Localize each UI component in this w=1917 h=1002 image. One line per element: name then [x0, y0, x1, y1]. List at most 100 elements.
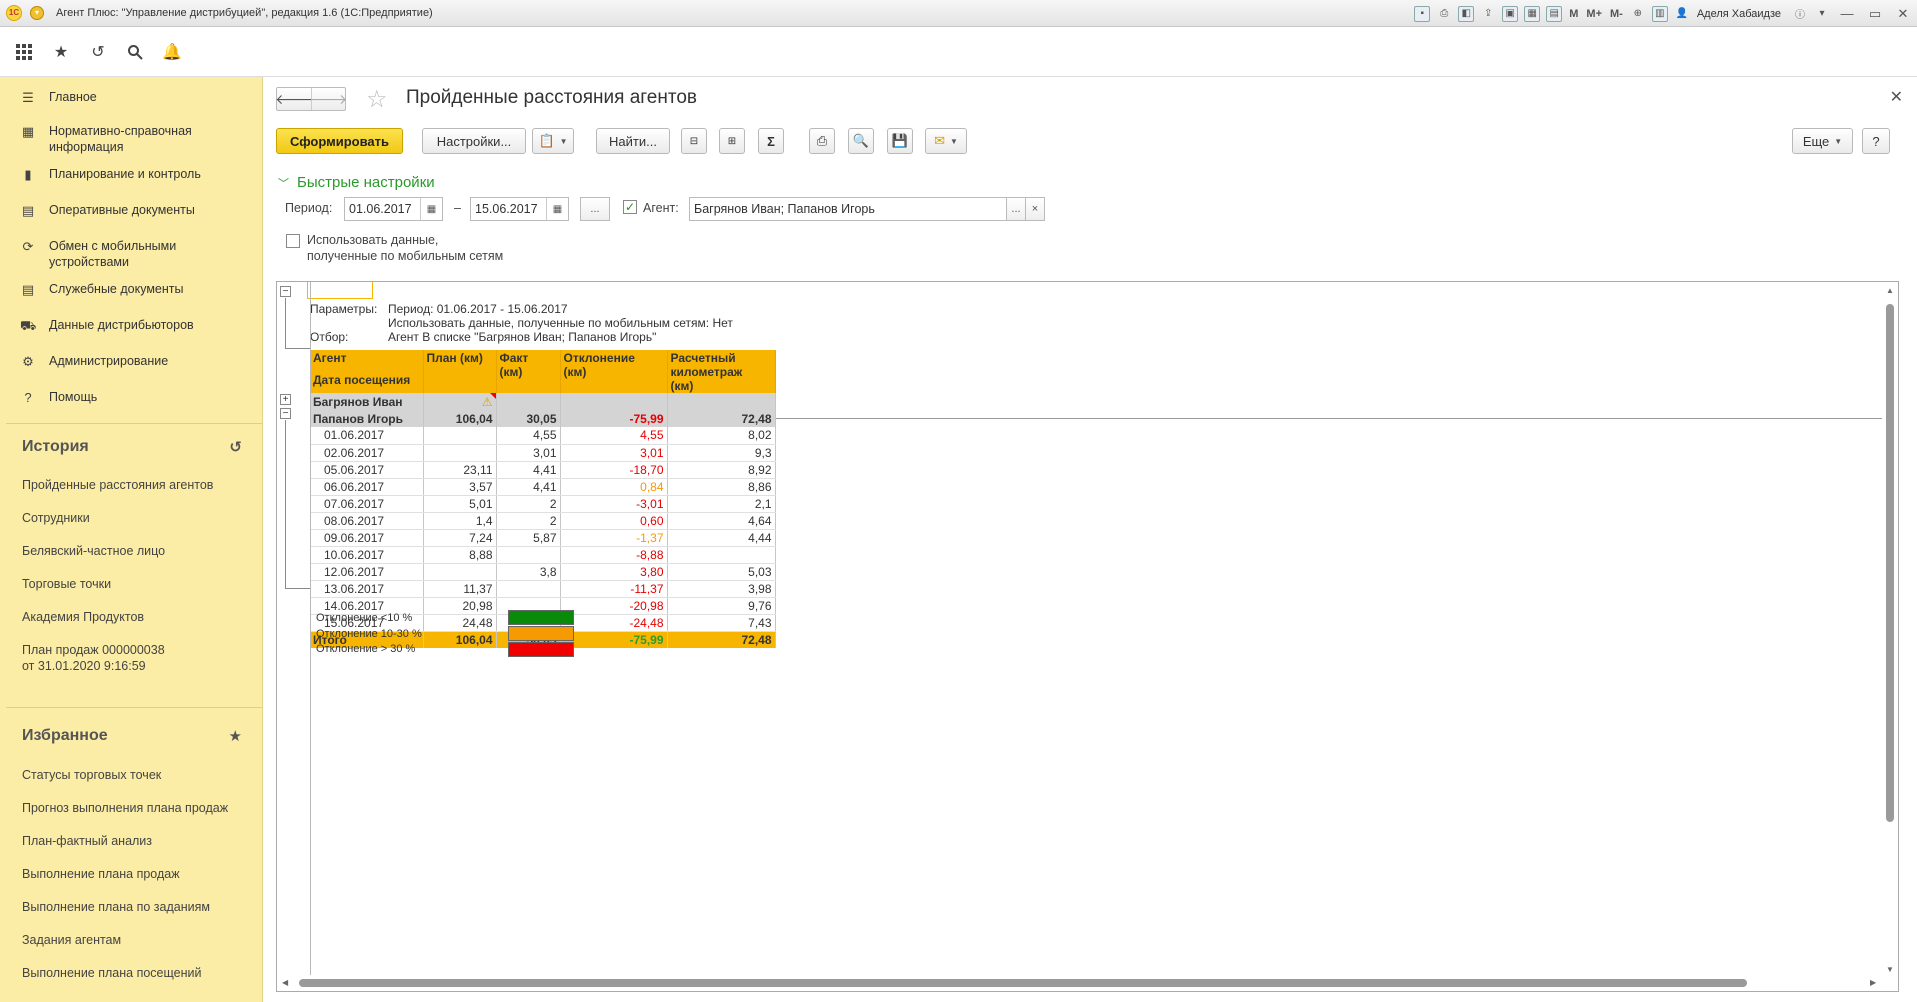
group-row[interactable]: Папанов Игорь 106,04 30,05 -75,99 72,48	[310, 410, 776, 427]
table-row[interactable]: 09.06.2017 7,24 5,87 -1,37 4,44	[310, 529, 776, 547]
table-row[interactable]: 06.06.2017 3,57 4,41 0,84 8,86	[310, 478, 776, 496]
favorite-item[interactable]: Прогноз выполнения плана продаж	[0, 800, 262, 816]
preview-icon[interactable]: ◧	[1458, 5, 1475, 22]
table-row[interactable]: 07.06.2017 5,01 2 -3,01 2,1	[310, 495, 776, 513]
forward-arrow-icon[interactable]: 🡒	[310, 88, 347, 110]
agent-filter-checkbox[interactable]: ✓	[623, 200, 637, 214]
scroll-left-icon[interactable]: ◀	[282, 978, 288, 987]
favorite-item[interactable]: Статусы торговых точек	[0, 767, 262, 783]
history-item[interactable]: Пройденные расстояния агентов	[0, 477, 262, 493]
table-row[interactable]: 05.06.2017 23,11 4,41 -18,70 8,92	[310, 461, 776, 479]
print-icon[interactable]: ⎙	[1436, 6, 1452, 22]
table-row[interactable]: 10.06.2017 8,88 -8,88	[310, 546, 776, 564]
group-row[interactable]: Багрянов Иван ⚠	[310, 393, 776, 410]
memory-button[interactable]: M	[1569, 8, 1578, 20]
collapse-group-icon[interactable]: −	[280, 408, 291, 419]
close-window-button[interactable]: ✕	[1889, 0, 1917, 27]
sidebar-item-mobile-exchange[interactable]: ⟳ Обмен с мобильными устройствами	[0, 238, 262, 270]
scroll-right-icon[interactable]: ▶	[1870, 978, 1876, 987]
more-button[interactable]: Еще ▼	[1792, 128, 1853, 154]
collapse-groups-button[interactable]: ⊟	[681, 128, 707, 154]
history-item[interactable]: План продаж 000000038 от 31.01.2020 9:16…	[0, 642, 180, 674]
panels-icon[interactable]: ▥	[1651, 5, 1668, 22]
quick-settings-toggle[interactable]: ﹀ Быстрые настройки	[278, 174, 435, 191]
email-dropdown-button[interactable]: ✉ ▼	[925, 128, 967, 154]
scroll-thumb[interactable]	[299, 979, 1747, 987]
favorite-item[interactable]: Выполнение плана продаж	[0, 866, 262, 882]
expand-groups-button[interactable]: ⊞	[719, 128, 745, 154]
agent-clear-button[interactable]: ×	[1025, 197, 1045, 221]
search-icon[interactable]	[123, 40, 147, 64]
sidebar-item-admin[interactable]: ⚙ Администрирование	[0, 353, 262, 370]
scroll-up-icon[interactable]: ▲	[1886, 286, 1894, 295]
sidebar-item-service-docs[interactable]: ▤ Служебные документы	[0, 281, 262, 298]
history-icon[interactable]: ↺	[86, 40, 110, 64]
favorite-item[interactable]: Выполнение плана посещений	[0, 965, 262, 981]
vertical-scrollbar[interactable]: ▲ ▼	[1882, 282, 1898, 991]
agent-select-button[interactable]: ...	[1006, 197, 1026, 221]
bell-icon[interactable]: 🔔	[160, 40, 184, 64]
history-item[interactable]: Белявский-частное лицо	[0, 543, 262, 559]
history-item[interactable]: Торговые точки	[0, 576, 262, 592]
save-button[interactable]: 💾	[887, 128, 913, 154]
report-spreadsheet[interactable]: − Параметры: Период: 01.06.2017 - 15.06.…	[276, 281, 1899, 992]
attach-icon[interactable]: ⇪	[1480, 6, 1496, 22]
add-to-favorites-star-icon[interactable]: ☆	[366, 85, 388, 114]
calendar-icon[interactable]: ▦	[1524, 5, 1541, 22]
history-icon[interactable]: ↺	[229, 438, 242, 456]
mobile-data-checkbox[interactable]	[286, 234, 300, 248]
favorite-item[interactable]: Задания агентам	[0, 932, 262, 948]
scroll-down-icon[interactable]: ▼	[1886, 965, 1894, 974]
table-row[interactable]: 08.06.2017 1,4 2 0,60 4,64	[310, 512, 776, 530]
period-select-button[interactable]: ...	[580, 197, 610, 221]
memory-subtract-button[interactable]: M-	[1610, 8, 1623, 20]
memory-add-button[interactable]: M+	[1586, 8, 1602, 20]
date-from-field[interactable]: 01.06.2017 ▦	[344, 197, 443, 221]
table-row[interactable]: 12.06.2017 3,8 3,80 5,03	[310, 563, 776, 581]
sidebar-item-help[interactable]: ? Помощь	[0, 389, 262, 406]
user-icon[interactable]: 👤	[1674, 6, 1690, 22]
current-user[interactable]: Аделя Хабаидзе	[1697, 8, 1781, 20]
copy-icon[interactable]: ▣	[1502, 5, 1519, 22]
history-item[interactable]: Сотрудники	[0, 510, 262, 526]
help-button[interactable]: ?	[1862, 128, 1890, 154]
info-icon[interactable]: ⓘ	[1792, 6, 1808, 22]
grid-menu-icon[interactable]	[12, 40, 36, 64]
calendar-icon[interactable]: ▦	[546, 198, 568, 220]
history-item[interactable]: Академия Продуктов	[0, 609, 262, 625]
table-row[interactable]: 01.06.2017 4,55 4,55 8,02	[310, 427, 776, 445]
favorites-star-icon[interactable]: ★	[49, 40, 73, 64]
favorite-item[interactable]: План-фактный анализ	[0, 833, 262, 849]
scroll-thumb[interactable]	[1886, 304, 1894, 822]
calendar-icon[interactable]: ▦	[420, 198, 442, 220]
minimize-button[interactable]: —	[1833, 0, 1861, 27]
sidebar-item-reference[interactable]: ▦ Нормативно-справочная информация	[0, 123, 262, 155]
settings-button[interactable]: Настройки...	[422, 128, 526, 154]
collapse-params-icon[interactable]: −	[280, 286, 291, 297]
table-row[interactable]: 02.06.2017 3,01 3,01 9,3	[310, 444, 776, 462]
1c-logo-icon[interactable]: 1C	[6, 5, 22, 21]
maximize-button[interactable]: ▭	[1861, 0, 1889, 27]
star-icon[interactable]: ★	[229, 727, 242, 745]
sidebar-item-planning[interactable]: ▮ Планирование и контроль	[0, 166, 262, 183]
sum-button[interactable]: Σ	[758, 128, 784, 154]
variants-dropdown-button[interactable]: 📋 ▼	[532, 128, 574, 154]
agent-field[interactable]: Багрянов Иван; Папанов Игорь	[689, 197, 1007, 221]
calculator-icon[interactable]: ▤	[1546, 5, 1563, 22]
back-arrow-icon[interactable]: 🡐	[275, 88, 313, 110]
save-icon[interactable]: ▪	[1414, 5, 1431, 22]
favorite-item[interactable]: Выполнение плана по заданиям	[0, 899, 262, 915]
chevron-down-icon[interactable]: ▾	[1814, 6, 1830, 22]
find-button[interactable]: Найти...	[596, 128, 670, 154]
zoom-icon[interactable]: ⊕	[1630, 6, 1646, 22]
sidebar-item-operational[interactable]: ▤ Оперативные документы	[0, 202, 262, 219]
date-to-field[interactable]: 15.06.2017 ▦	[470, 197, 569, 221]
preview-button[interactable]: 🔍	[848, 128, 874, 154]
generate-button[interactable]: Сформировать	[276, 128, 403, 154]
print-button[interactable]: ⎙	[809, 128, 835, 154]
sidebar-item-main[interactable]: ☰ Главное	[0, 89, 262, 106]
table-row[interactable]: 13.06.2017 11,37 -11,37 3,98	[310, 580, 776, 598]
sidebar-item-distributors[interactable]: ⛟ Данные дистрибьюторов	[0, 317, 262, 334]
horizontal-scrollbar[interactable]: ◀ ▶	[277, 975, 1898, 991]
active-cell[interactable]	[307, 282, 373, 299]
